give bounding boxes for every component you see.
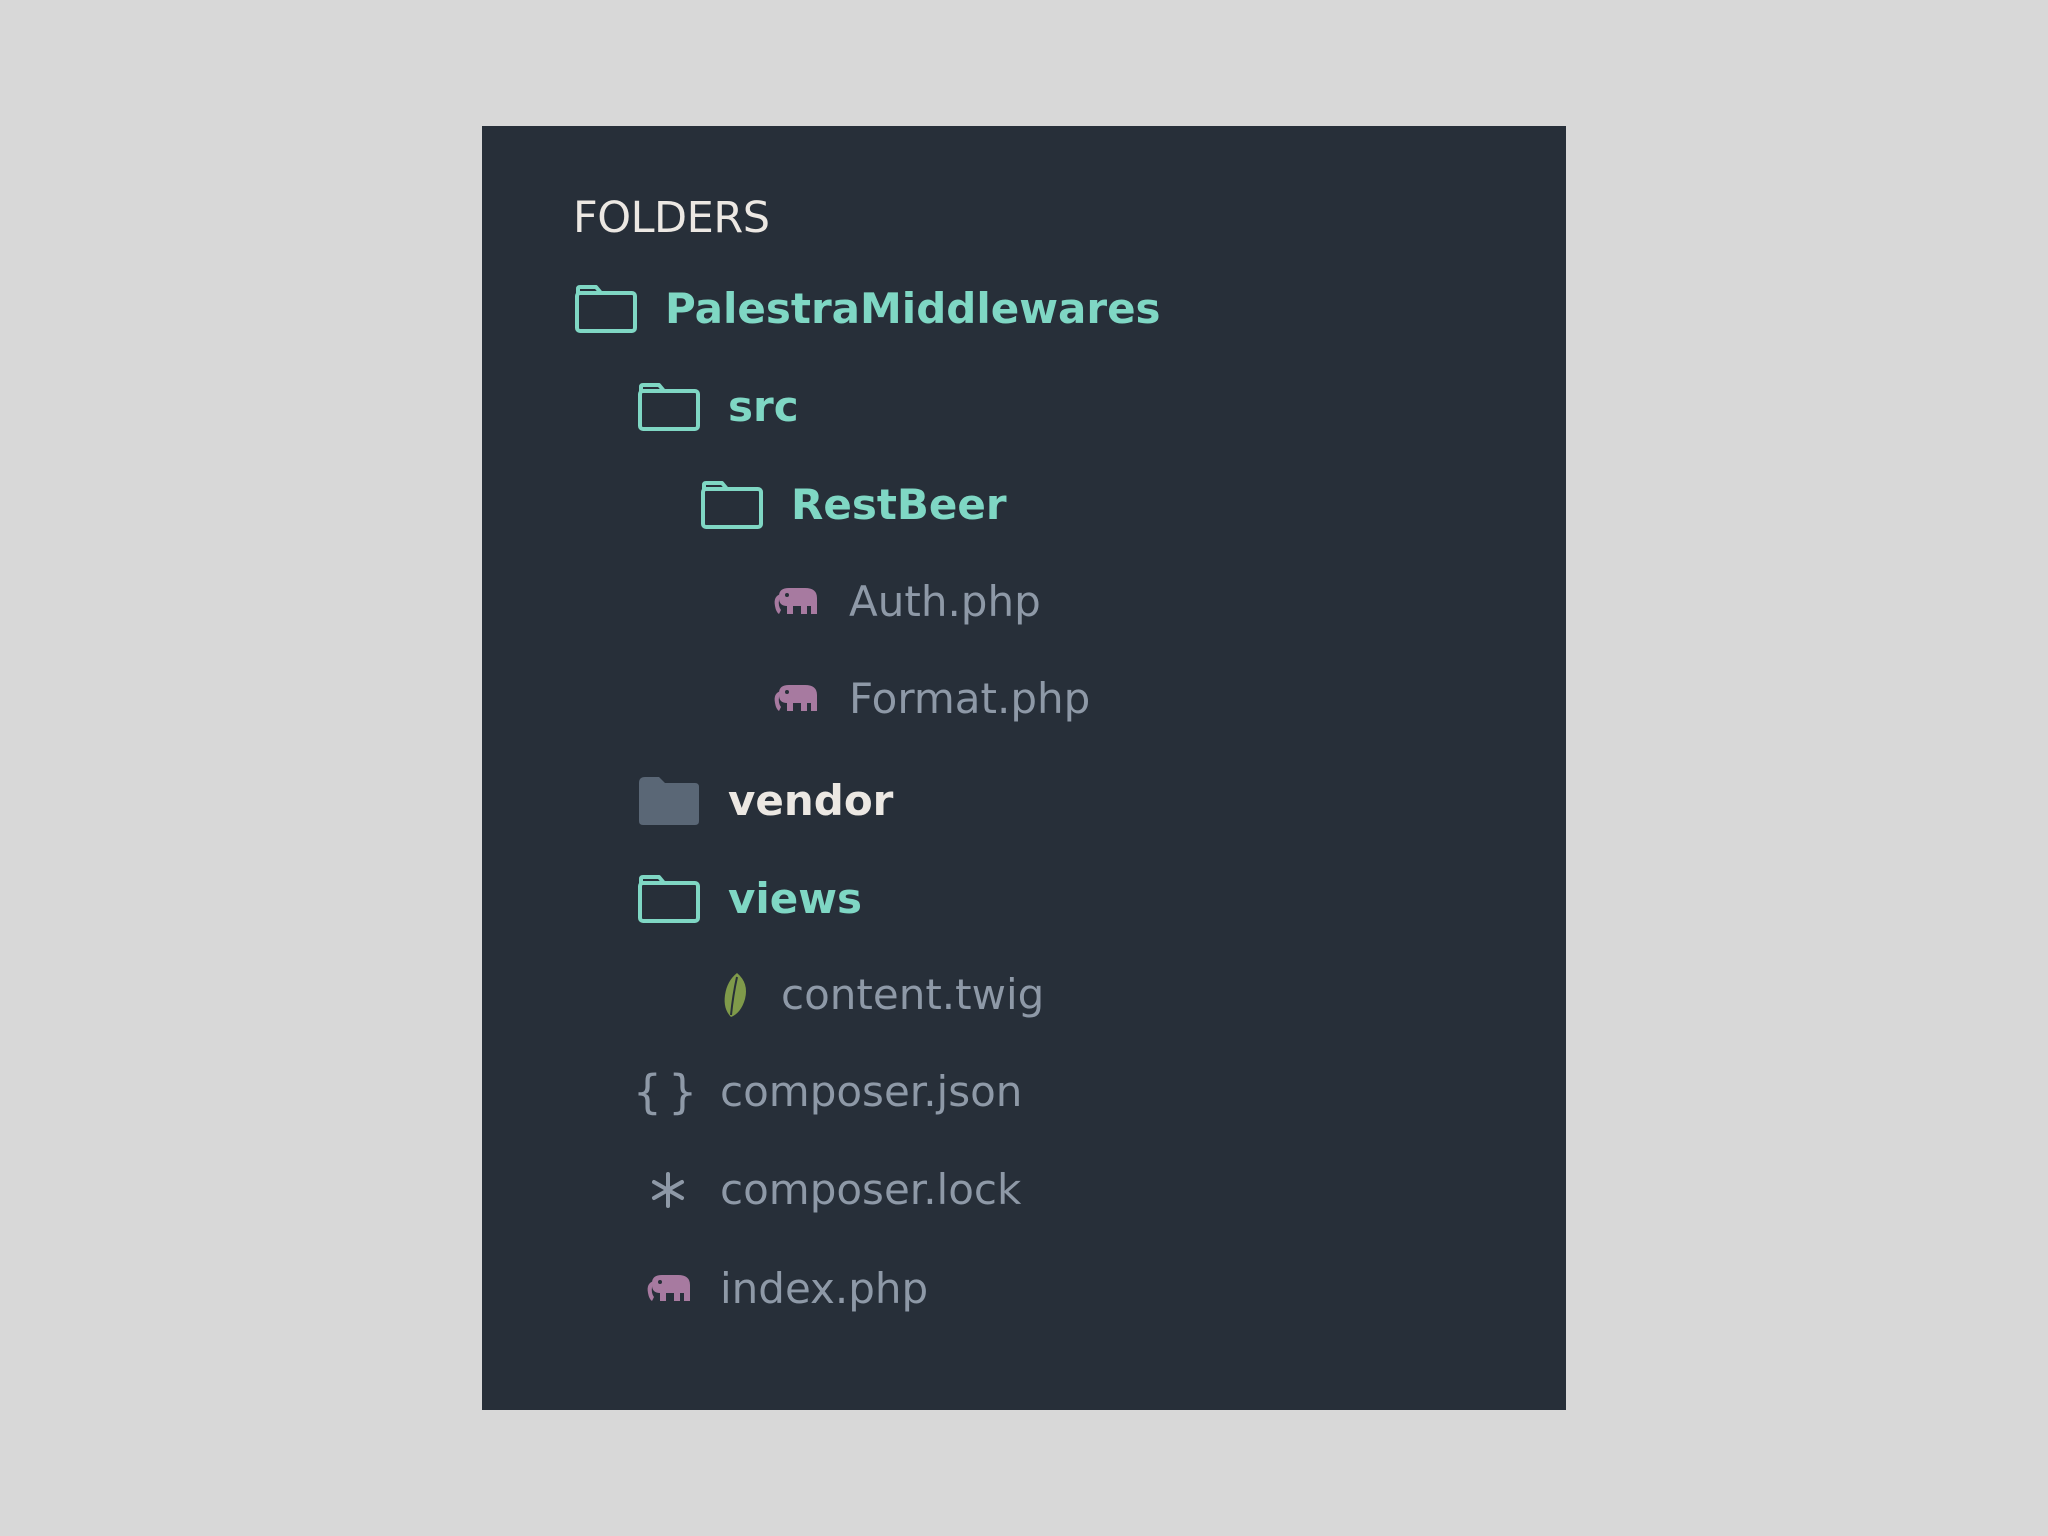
php-elephant-icon bbox=[767, 584, 827, 620]
twig-leaf-icon bbox=[711, 969, 759, 1021]
tree-item-composer-json[interactable]: {} composer.json bbox=[632, 1057, 1023, 1127]
folder-outline-icon bbox=[699, 479, 765, 531]
tree-item-label: content.twig bbox=[781, 970, 1045, 1019]
tree-item-format-php[interactable]: Format.php bbox=[767, 664, 1090, 734]
tree-item-auth-php[interactable]: Auth.php bbox=[767, 567, 1041, 637]
tree-item-content-twig[interactable]: content.twig bbox=[711, 960, 1044, 1030]
tree-item-vendor[interactable]: vendor bbox=[636, 766, 893, 836]
php-elephant-icon bbox=[767, 681, 827, 717]
tree-item-palestramiddlewares[interactable]: PalestraMiddlewares bbox=[573, 274, 1161, 344]
tree-item-label: index.php bbox=[720, 1264, 929, 1313]
asterisk-icon bbox=[642, 1170, 694, 1210]
tree-item-label: composer.json bbox=[720, 1067, 1023, 1116]
tree-item-label: RestBeer bbox=[791, 480, 1007, 529]
tree-item-src[interactable]: src bbox=[636, 372, 799, 442]
tree-item-label: Auth.php bbox=[849, 577, 1041, 626]
tree-item-label: vendor bbox=[728, 776, 894, 825]
folders-header: FOLDERS bbox=[573, 193, 770, 243]
tree-item-restbeer[interactable]: RestBeer bbox=[699, 470, 1007, 540]
tree-item-label: composer.lock bbox=[720, 1165, 1022, 1214]
folder-outline-icon bbox=[573, 283, 639, 335]
folder-outline-icon bbox=[636, 381, 702, 433]
tree-item-composer-lock[interactable]: composer.lock bbox=[642, 1155, 1021, 1225]
tree-item-label: views bbox=[728, 874, 863, 923]
tree-item-views[interactable]: views bbox=[636, 864, 862, 934]
tree-item-label: src bbox=[728, 382, 799, 431]
tree-item-label: Format.php bbox=[849, 674, 1091, 723]
json-braces-icon: {} bbox=[632, 1065, 704, 1119]
tree-item-label: PalestraMiddlewares bbox=[665, 284, 1161, 333]
folder-filled-icon bbox=[636, 775, 702, 827]
tree-item-index-php[interactable]: index.php bbox=[642, 1254, 928, 1324]
folder-outline-icon bbox=[636, 873, 702, 925]
php-elephant-icon bbox=[642, 1271, 698, 1307]
